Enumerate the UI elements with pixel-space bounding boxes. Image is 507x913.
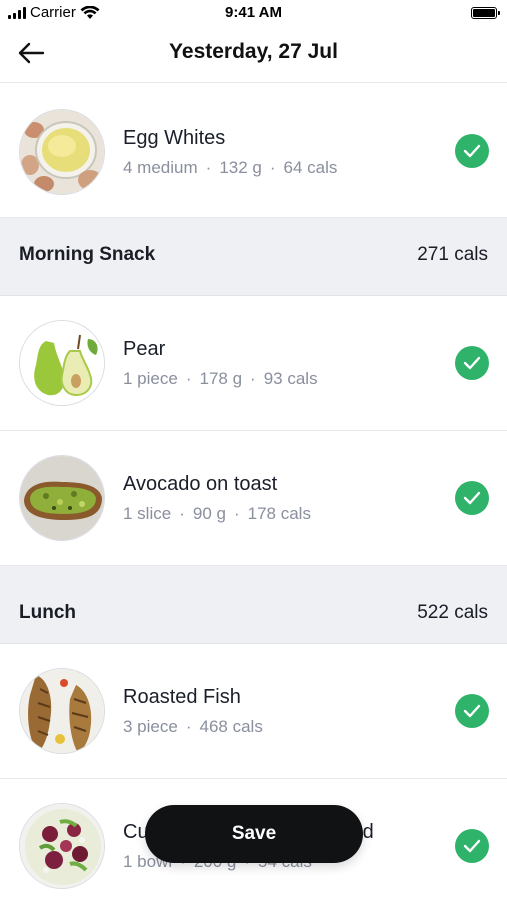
food-quantity: 3 piece (123, 717, 178, 736)
page-title: Yesterday, 27 Jul (169, 40, 338, 63)
battery-icon (471, 7, 500, 19)
food-item-roasted-fish[interactable]: Roasted Fish 3 piece · 468 cals (0, 644, 507, 779)
section-header-lunch: Lunch 522 cals (0, 566, 507, 644)
food-meta: 1 piece · 178 g · 93 cals (123, 369, 318, 388)
food-quantity: 4 medium (123, 158, 198, 177)
egg-whites-image (19, 109, 105, 195)
check-icon (463, 491, 481, 505)
avocado-toast-image (19, 455, 105, 541)
checkmark-button[interactable] (455, 829, 489, 863)
check-icon (463, 704, 481, 718)
food-name: Egg Whites (123, 127, 226, 149)
food-quantity: 1 slice (123, 504, 172, 523)
nav-bar: Yesterday, 27 Jul (0, 26, 507, 83)
check-icon (463, 839, 481, 853)
food-cals: 93 cals (263, 369, 318, 388)
pear-image (19, 320, 105, 406)
status-time: 9:41 AM (225, 4, 282, 21)
food-item-pear[interactable]: Pear 1 piece · 178 g · 93 cals (0, 296, 507, 431)
food-name: Pear (123, 338, 166, 360)
checkmark-button[interactable] (455, 346, 489, 380)
food-name: Avocado on toast (123, 473, 278, 495)
food-name-end: d (362, 821, 374, 843)
food-weight: 178 g (199, 369, 243, 388)
salad-image (19, 803, 105, 889)
food-meta: 3 piece · 468 cals (123, 717, 263, 736)
food-meta: 1 slice · 90 g · 178 cals (123, 504, 311, 523)
section-title: Lunch (19, 602, 76, 623)
food-item-avocado-on-toast[interactable]: Avocado on toast 1 slice · 90 g · 178 cals (0, 431, 507, 566)
status-bar: Carrier 9:41 AM (0, 0, 507, 26)
checkmark-button[interactable] (455, 481, 489, 515)
checkmark-button[interactable] (455, 134, 489, 168)
section-total-cals: 271 cals (417, 244, 488, 265)
food-name: Roasted Fish (123, 686, 241, 708)
food-cals: 64 cals (283, 158, 338, 177)
food-weight: 132 g (219, 158, 262, 177)
food-quantity: 1 piece (123, 369, 178, 388)
save-button[interactable]: Save (145, 805, 363, 863)
food-meta: 4 medium · 132 g · 64 cals (123, 158, 338, 177)
checkmark-button[interactable] (455, 694, 489, 728)
food-cals: 178 cals (247, 504, 311, 523)
section-total-cals: 522 cals (417, 602, 488, 623)
food-item-egg-whites[interactable]: Egg Whites 4 medium · 132 g · 64 cals (0, 83, 507, 218)
food-cals: 468 cals (199, 717, 263, 736)
section-title: Morning Snack (19, 244, 156, 265)
food-weight: 90 g (192, 504, 226, 523)
food-list: Egg Whites 4 medium · 132 g · 64 cals Mornin… (0, 83, 507, 913)
check-icon (463, 144, 481, 158)
check-icon (463, 356, 481, 370)
section-header-morning-snack: Morning Snack 271 cals (0, 218, 507, 296)
roasted-fish-image (19, 668, 105, 754)
